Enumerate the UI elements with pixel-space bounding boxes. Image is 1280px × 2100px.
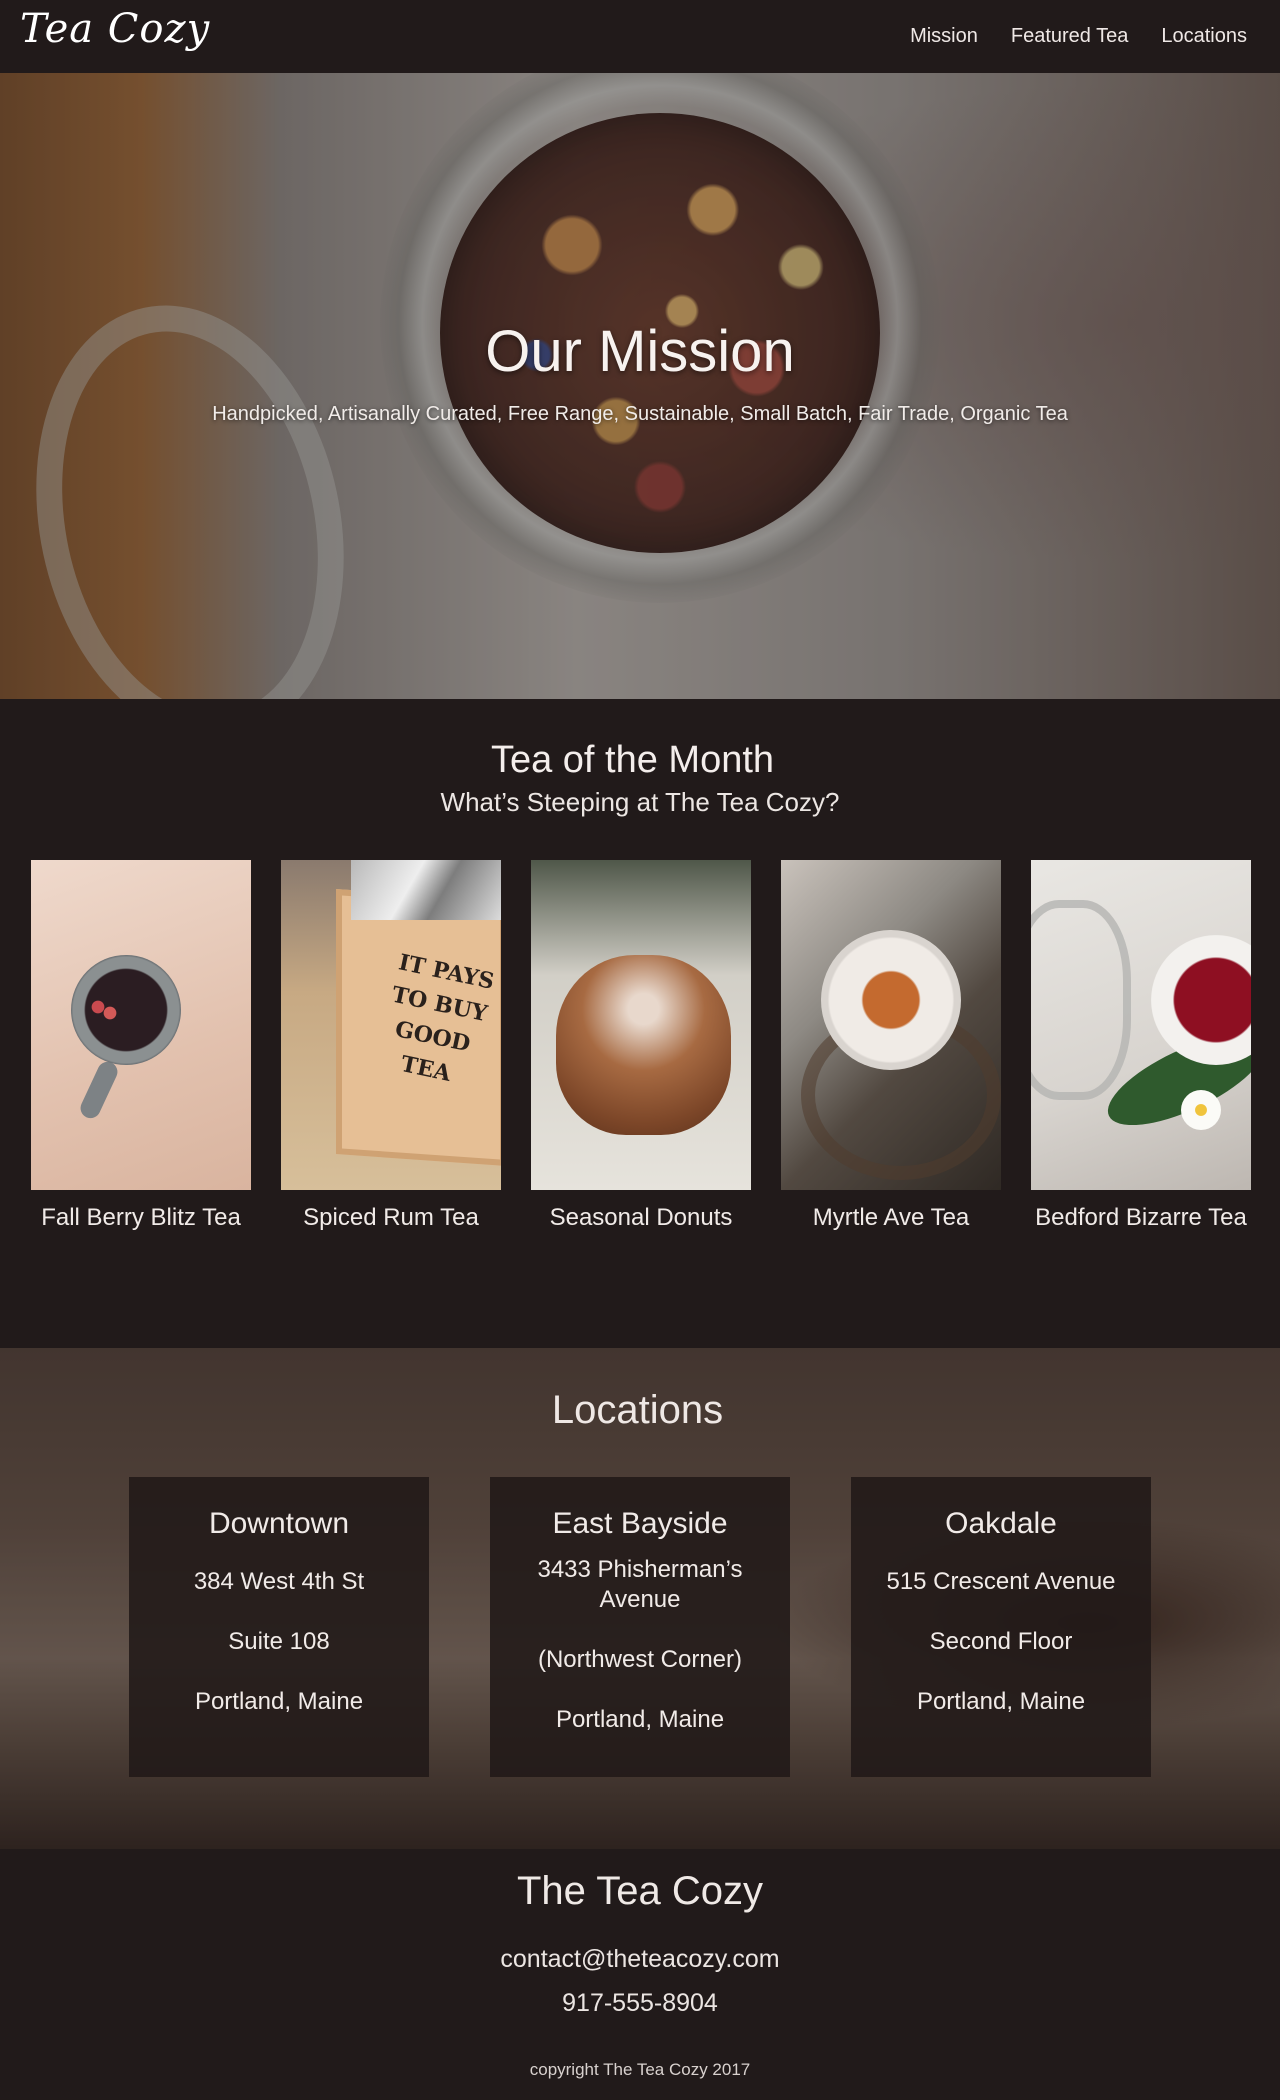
location-name: East Bayside: [552, 1507, 728, 1540]
locations-title: Locations: [551, 1388, 724, 1432]
location-address-line: Portland, Maine: [916, 1688, 1086, 1715]
tea-of-the-month-section: Tea of the Month What’s Steeping at The …: [0, 699, 1280, 1348]
seasonal-donuts-image: [531, 860, 751, 1190]
contact-email-link[interactable]: contact@theteacozy.com: [0, 1945, 1280, 1974]
location-address-line: (Northwest Corner): [537, 1646, 743, 1673]
locations-section: Locations Downtown 384 West 4th St Suite…: [0, 1348, 1280, 1849]
location-address-line: Portland, Maine: [194, 1688, 364, 1715]
hero-overlay: [0, 73, 1280, 699]
tea-card-spiced-rum[interactable]: IT PAYS TO BUY GOOD TEA Spiced Rum Tea: [281, 860, 501, 1232]
location-card-oakdale: Oakdale 515 Crescent Avenue Second Floor…: [851, 1477, 1151, 1777]
location-address-line: 515 Crescent Avenue: [886, 1568, 1116, 1595]
berries-shape: [89, 995, 119, 1025]
site-footer: The Tea Cozy contact@theteacozy.com 917-…: [0, 1849, 1280, 2100]
flower-shape: [1181, 1090, 1221, 1130]
tea-cozy-logo[interactable]: Tea Cozy: [20, 6, 210, 52]
spiced-rum-image: IT PAYS TO BUY GOOD TEA: [281, 860, 501, 1190]
main-nav: Mission Featured Tea Locations: [910, 0, 1280, 73]
hero-subtitle: Handpicked, Artisanally Curated, Free Ra…: [212, 403, 1068, 425]
donut-shape: [556, 955, 731, 1135]
location-address-line: Suite 108: [228, 1628, 330, 1655]
tea-section-subtitle: What’s Steeping at The Tea Cozy?: [440, 787, 840, 817]
mug-handle-shape: [77, 1058, 121, 1122]
tea-card-seasonal-donuts[interactable]: Seasonal Donuts: [531, 860, 751, 1232]
nav-link-mission[interactable]: Mission: [910, 25, 978, 48]
hero-title: Our Mission: [485, 319, 795, 384]
location-address-line: 384 West 4th St: [193, 1568, 365, 1595]
top-navigation-bar: Tea Cozy Mission Featured Tea Locations: [0, 0, 1280, 73]
mission-hero: Our Mission Handpicked, Artisanally Cura…: [0, 73, 1280, 699]
fall-berry-blitz-image: [31, 860, 251, 1190]
tea-card-fall-berry-blitz[interactable]: Fall Berry Blitz Tea: [31, 860, 251, 1232]
contact-phone-link[interactable]: 917-555-8904: [0, 1989, 1280, 2018]
location-name: Downtown: [208, 1507, 350, 1540]
myrtle-ave-image: [781, 860, 1001, 1190]
nav-link-locations[interactable]: Locations: [1161, 25, 1247, 48]
teacup-shape: [821, 930, 961, 1070]
red-tea-cup-shape: [1151, 935, 1251, 1065]
mug-shape: [71, 955, 181, 1065]
tea-box-lettering: IT PAYS TO BUY GOOD TEA: [389, 949, 497, 1087]
copyright-text: copyright The Tea Cozy 2017: [529, 2060, 751, 2079]
tea-card-label: Spiced Rum Tea: [303, 1204, 479, 1231]
tea-card-myrtle-ave[interactable]: Myrtle Ave Tea: [781, 860, 1001, 1232]
location-address-line: Second Floor: [929, 1628, 1073, 1655]
tea-card-label: Myrtle Ave Tea: [812, 1204, 970, 1231]
location-card-east-bayside: East Bayside 3433 Phisherman’s Avenue (N…: [490, 1477, 790, 1777]
tea-card-label: Seasonal Donuts: [549, 1204, 733, 1231]
footer-title: The Tea Cozy: [516, 1869, 764, 1913]
bedford-bizarre-image: [1031, 860, 1251, 1190]
foil-shape: [351, 860, 501, 920]
location-name: Oakdale: [945, 1507, 1057, 1540]
tea-section-title: Tea of the Month: [490, 739, 775, 781]
location-address-line: Portland, Maine: [555, 1706, 725, 1733]
tea-card-label: Bedford Bizarre Tea: [1035, 1204, 1247, 1231]
glass-jar-shape: [1031, 900, 1131, 1100]
tea-card-label: Fall Berry Blitz Tea: [41, 1204, 241, 1231]
tea-card-bedford-bizarre[interactable]: Bedford Bizarre Tea: [1031, 860, 1251, 1232]
nav-link-featured-tea[interactable]: Featured Tea: [1011, 25, 1129, 48]
location-card-downtown: Downtown 384 West 4th St Suite 108 Portl…: [129, 1477, 429, 1777]
location-address-line: 3433 Phisherman’s Avenue: [537, 1556, 743, 1613]
